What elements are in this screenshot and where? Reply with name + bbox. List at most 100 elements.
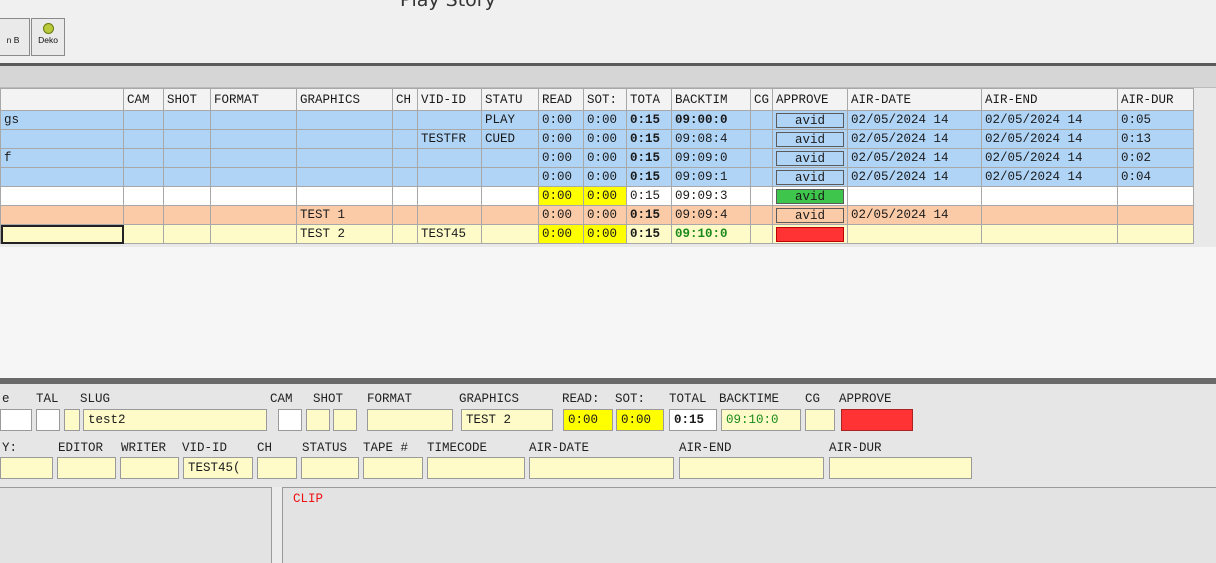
cell-total[interactable]: 0:15 <box>626 129 672 149</box>
air-dur-field[interactable] <box>829 457 972 479</box>
cell-cg[interactable] <box>749 167 774 187</box>
cell-cam[interactable] <box>123 167 164 187</box>
cell-format[interactable] <box>210 167 297 187</box>
col-header-cam[interactable]: CAM <box>123 88 164 111</box>
cell-air-date[interactable] <box>847 224 983 244</box>
cell-status[interactable] <box>481 186 539 206</box>
cell-air-end[interactable]: 02/05/2024 14 <box>981 167 1119 187</box>
cell-sot[interactable]: 0:00 <box>583 148 627 168</box>
cell-format[interactable] <box>210 186 297 206</box>
cell-shot[interactable] <box>163 186 211 206</box>
cell-total[interactable]: 0:15 <box>626 224 672 244</box>
cell-approve[interactable]: avid <box>772 148 849 168</box>
cell-cam[interactable] <box>123 205 164 225</box>
cell-slug[interactable]: f <box>0 148 124 168</box>
cell-vid-id[interactable]: TESTFR <box>417 129 482 149</box>
cell-ch[interactable] <box>392 224 418 244</box>
cell-ch[interactable] <box>392 186 418 206</box>
cell-format[interactable] <box>210 129 297 149</box>
cell-cam[interactable] <box>123 110 164 130</box>
cell-vid-id[interactable] <box>417 205 482 225</box>
cell-air-end[interactable]: 02/05/2024 14 <box>981 148 1119 168</box>
cell-status[interactable] <box>481 205 539 225</box>
cell-backtime[interactable]: 09:00:0 <box>671 110 751 130</box>
cell-slug[interactable] <box>0 186 124 206</box>
approve-button[interactable]: avid <box>776 207 845 223</box>
cell-air-date[interactable] <box>847 186 983 206</box>
cell-vid-id[interactable] <box>417 167 482 187</box>
cell-read[interactable]: 0:00 <box>538 129 584 149</box>
timecode-field[interactable] <box>427 457 525 479</box>
table-row[interactable]: gs PLAY 0:00 0:00 0:15 09:00:0 avid 02/0… <box>0 110 1195 130</box>
cell-approve[interactable]: avid <box>772 110 849 130</box>
cell-air-end[interactable] <box>981 224 1119 244</box>
col-header-backtime[interactable]: BACKTIM <box>671 88 751 111</box>
cell-format[interactable] <box>210 205 297 225</box>
cell-read[interactable]: 0:00 <box>538 110 584 130</box>
col-header-sot[interactable]: SOT: <box>583 88 627 111</box>
cell-shot[interactable] <box>163 129 211 149</box>
cell-sot[interactable]: 0:00 <box>583 224 627 244</box>
cell-status[interactable] <box>481 167 539 187</box>
backtime-field[interactable]: 09:10:0 <box>721 409 801 431</box>
cell-cg[interactable] <box>749 148 774 168</box>
cell-sot[interactable]: 0:00 <box>583 167 627 187</box>
slug-field[interactable]: test2 <box>83 409 267 431</box>
cell-shot[interactable] <box>163 224 211 244</box>
cell-approve[interactable]: avid <box>772 167 849 187</box>
cell-cam[interactable] <box>123 186 164 206</box>
cell-format[interactable] <box>210 224 297 244</box>
cell-total[interactable]: 0:15 <box>626 205 672 225</box>
cell-sot[interactable]: 0:00 <box>583 205 627 225</box>
cell-status[interactable]: PLAY <box>481 110 539 130</box>
cell-backtime[interactable]: 09:09:1 <box>671 167 751 187</box>
cell-shot[interactable] <box>163 148 211 168</box>
cell-graphics[interactable]: TEST 2 <box>296 224 393 244</box>
cell-backtime[interactable]: 09:08:4 <box>671 129 751 149</box>
col-header-graphics[interactable]: GRAPHICS <box>296 88 393 111</box>
cell-vid-id[interactable] <box>417 110 482 130</box>
deko-button[interactable]: Deko <box>31 18 65 56</box>
total-field[interactable]: 0:15 <box>669 409 717 431</box>
table-row[interactable]: TEST 1 0:00 0:00 0:15 09:09:4 avid 02/05… <box>0 205 1195 225</box>
tal-extra-field[interactable] <box>64 409 80 431</box>
col-header-slug[interactable] <box>0 88 124 111</box>
table-row[interactable]: TEST 2 TEST45 0:00 0:00 0:15 09:10:0 <box>0 224 1195 244</box>
cell-air-end[interactable]: 02/05/2024 14 <box>981 129 1119 149</box>
cell-shot[interactable] <box>163 110 211 130</box>
cell-approve[interactable] <box>772 224 849 244</box>
cg-field[interactable] <box>805 409 835 431</box>
cell-read[interactable]: 0:00 <box>538 224 584 244</box>
cell-total[interactable]: 0:15 <box>626 148 672 168</box>
cell-graphics[interactable] <box>296 110 393 130</box>
col-header-shot[interactable]: SHOT <box>163 88 211 111</box>
cell-cg[interactable] <box>749 205 774 225</box>
cell-graphics[interactable] <box>296 167 393 187</box>
table-row[interactable]: TESTFR CUED 0:00 0:00 0:15 09:08:4 avid … <box>0 129 1195 149</box>
approve-button[interactable] <box>776 226 845 242</box>
cell-graphics[interactable]: TEST 1 <box>296 205 393 225</box>
cell-backtime[interactable]: 09:09:0 <box>671 148 751 168</box>
format-field[interactable] <box>367 409 453 431</box>
cell-air-date[interactable]: 02/05/2024 14 <box>847 167 983 187</box>
cell-air-date[interactable]: 02/05/2024 14 <box>847 205 983 225</box>
approve-button[interactable]: avid <box>776 150 845 166</box>
cell-air-date[interactable]: 02/05/2024 14 <box>847 148 983 168</box>
col-header-total[interactable]: TOTA <box>626 88 672 111</box>
pane-splitter[interactable] <box>271 487 283 563</box>
air-date-field[interactable] <box>529 457 674 479</box>
cell-ch[interactable] <box>392 129 418 149</box>
cell-graphics[interactable] <box>296 129 393 149</box>
cell-air-dur[interactable] <box>1117 205 1195 225</box>
ch-field[interactable] <box>257 457 297 479</box>
cell-slug[interactable] <box>0 129 124 149</box>
approve-button[interactable]: avid <box>776 112 845 128</box>
cell-ch[interactable] <box>392 205 418 225</box>
cell-air-dur[interactable]: 0:02 <box>1117 148 1195 168</box>
cell-shot[interactable] <box>163 205 211 225</box>
cell-approve[interactable]: avid <box>772 129 849 149</box>
sot-field[interactable]: 0:00 <box>616 409 664 431</box>
cell-vid-id[interactable] <box>417 148 482 168</box>
col-header-format[interactable]: FORMAT <box>210 88 297 111</box>
cell-sot[interactable]: 0:00 <box>583 129 627 149</box>
